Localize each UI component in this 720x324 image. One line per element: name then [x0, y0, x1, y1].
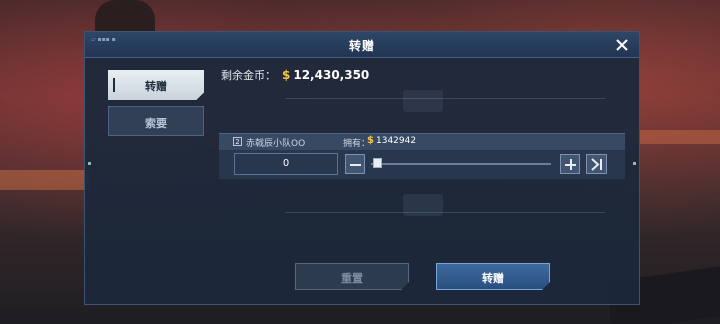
coin-icon: $ — [282, 68, 291, 82]
background-light-strip — [630, 130, 720, 144]
close-icon — [616, 39, 628, 51]
frame-marker — [88, 162, 91, 165]
slider-handle[interactable] — [373, 158, 382, 168]
dialog-title: 转赠 — [348, 39, 375, 53]
confirm-gift-button-label: 转赠 — [482, 272, 504, 285]
tab-label: 转赠 — [145, 80, 167, 93]
member-row-header: 2 赤戟辰小队OO 拥有： $ 1342942 — [219, 134, 625, 150]
amount-slider[interactable] — [371, 163, 551, 165]
remaining-coins: 剩余金币： $12,430,350 — [221, 67, 369, 83]
decorative-divider — [285, 98, 605, 99]
decorative-emblem — [403, 90, 443, 112]
close-button[interactable] — [613, 36, 631, 54]
member-have-label: 拥有： — [343, 139, 371, 149]
confirm-gift-button[interactable]: 转赠 — [436, 263, 550, 290]
tab-label: 索要 — [145, 117, 167, 130]
remaining-coins-value: 12,430,350 — [293, 68, 370, 82]
remaining-coins-label: 剩余金币： — [221, 69, 276, 82]
frame-marker — [633, 162, 636, 165]
member-have-amount: 1342942 — [376, 136, 417, 146]
increase-button[interactable] — [560, 154, 580, 174]
tab-gift[interactable]: 转赠 — [108, 70, 204, 100]
member-index-badge: 2 — [233, 137, 242, 146]
tab-request[interactable]: 索要 — [108, 106, 204, 136]
decrease-button[interactable] — [345, 154, 365, 174]
member-name: 赤戟辰小队OO — [246, 139, 306, 149]
decorative-divider — [285, 212, 605, 213]
reset-button[interactable]: 重置 — [295, 263, 409, 290]
dialog-titlebar: ▱ ▪▪▪ ▪ 转赠 — [85, 32, 639, 58]
reset-button-label: 重置 — [341, 272, 363, 285]
background-light-strip — [0, 170, 90, 190]
coin-icon: $ — [367, 135, 374, 146]
member-row: 2 赤戟辰小队OO 拥有： $ 1342942 0 — [219, 133, 625, 179]
gift-dialog: ▱ ▪▪▪ ▪ 转赠 转赠 索要 剩余金币： $12,430,350 2 赤戟辰小… — [84, 31, 640, 305]
max-bar-icon — [600, 159, 602, 170]
max-button[interactable] — [586, 154, 607, 174]
quantity-input[interactable]: 0 — [234, 153, 338, 175]
